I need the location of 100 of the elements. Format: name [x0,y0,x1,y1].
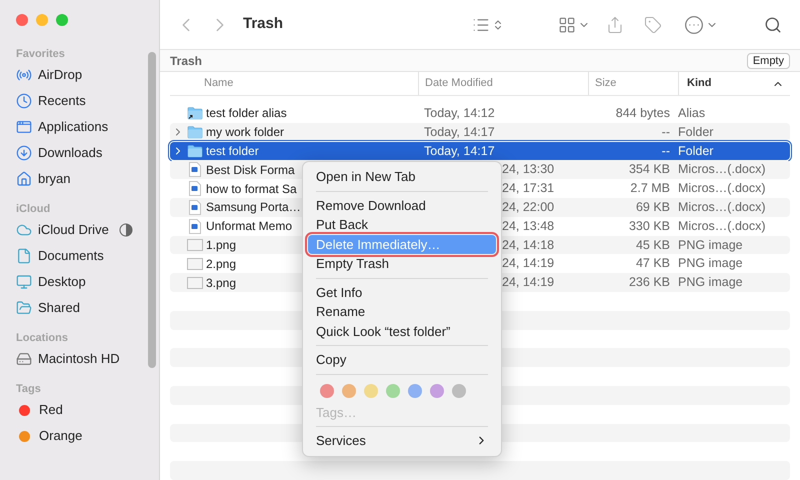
date-modified: 24, 13:30 [501,161,556,178]
sidebar-item[interactable]: Orange [16,423,159,449]
menu-item: Tags… [315,404,358,422]
file-size: 354 KB [628,161,670,178]
tag-icon[interactable] [644,16,662,34]
menu-item[interactable]: Put Back [308,215,496,234]
file-size: 236 KB [628,274,670,292]
sidebar-item[interactable]: Red [16,397,159,423]
clock-icon [16,93,32,109]
image-file-icon [187,258,203,270]
file-kind: PNG image [677,274,744,292]
file-size: 844 bytes [614,105,670,122]
document-icon [189,218,201,234]
file-kind: Folder [677,124,714,141]
folder-alias-icon [187,106,203,120]
file-kind: Micros…(.docx) [677,161,767,178]
close-window-button[interactable] [16,14,28,26]
download-icon [16,145,32,161]
sidebar-item[interactable]: Documents [16,243,159,269]
file-size: 45 KB [634,236,670,254]
date-modified: 24, 14:19 [501,255,556,272]
sidebar-item[interactable]: Downloads [16,140,159,166]
menu-item[interactable]: Services [308,431,496,450]
column-header[interactable]: Date Modified [418,72,588,95]
folder-icon [16,300,32,316]
image-file-icon [187,276,203,289]
pie-progress-icon [118,223,133,237]
zoom-window-button[interactable] [56,14,68,26]
column-header[interactable]: Name [170,72,418,95]
menu-item[interactable]: Quick Look “test folder” [308,322,496,341]
folder-icon [187,125,203,140]
file-name: test folder [206,142,259,160]
file-kind: Folder [677,142,714,160]
sidebar-section-title: iCloud [16,202,52,217]
date-modified: Today, 14:12 [423,105,496,122]
file-size: 69 KB [634,199,670,216]
file-name: 3.png [206,274,236,292]
date-modified: Today, 14:17 [423,142,496,160]
file-size: 330 KB [628,218,670,235]
window-title: Trash [243,14,284,34]
file-kind: Alias [677,105,706,122]
document-icon [189,181,201,196]
file-name: Best Disk Forma [206,162,295,179]
file-kind: Micros…(.docx) [677,218,767,235]
file-name: how to format Sa [206,180,297,198]
document-icon [16,248,32,264]
sidebar-item[interactable]: bryan [16,166,159,192]
file-kind: PNG image [677,255,744,272]
sidebar-item[interactable]: Macintosh HD [16,346,159,372]
sidebar-item[interactable]: Desktop [16,269,159,295]
file-size: 47 KB [634,255,670,272]
house-icon [16,171,32,187]
sidebar-item[interactable]: Shared [16,295,159,321]
selected-file-row[interactable]: test folder Today, 14:17 -- Folder [170,142,790,160]
file-kind: Micros…(.docx) [677,180,767,198]
date-modified: 24, 17:31 [501,180,556,198]
date-modified: 24, 13:48 [501,218,556,235]
scrollbar-thumb[interactable] [148,52,156,368]
menu-item[interactable]: Get Info [308,282,496,302]
file-size: -- [660,142,670,160]
cloud-icon [16,222,32,238]
file-size: -- [660,124,670,141]
date-modified: Today, 14:17 [423,124,496,141]
signal-waves-icon [16,67,32,83]
column-header[interactable]: Size [588,72,678,95]
file-size: 2.7 MB [629,180,670,198]
menu-item[interactable]: Remove Download [308,196,496,215]
sidebar-section-title: Tags [16,382,42,397]
sidebar-item[interactable]: Applications [16,114,159,140]
menu-item[interactable]: Rename [308,302,496,322]
minimize-window-button[interactable] [36,14,48,26]
search-icon[interactable] [764,16,782,34]
file-name: 2.png [206,256,236,273]
up-down-chevron-icon[interactable] [492,18,504,30]
date-modified: 24, 14:19 [501,274,556,292]
share-icon[interactable] [606,16,624,34]
folder-icon [187,144,203,158]
path-label: Trash [170,52,202,70]
file-name: Samsung Porta… [206,199,301,216]
grid-view-icon[interactable] [558,16,576,34]
sidebar-item[interactable]: AirDrop [16,62,159,88]
monitor-icon [16,274,32,290]
sidebar-item[interactable]: Recents [16,88,159,114]
file-kind: Micros…(.docx) [677,199,767,216]
menu-item[interactable]: Copy [308,350,496,370]
sidebar-section-title: Locations [16,331,69,346]
file-name: Unformat Memo [206,218,292,236]
file-kind: PNG image [677,236,744,254]
menu-item[interactable]: Open in New Tab [308,167,496,186]
menu-item[interactable]: Empty Trash [308,254,496,274]
app-window-icon [16,119,32,135]
sidebar-section-title: Favorites [16,47,66,62]
column-header[interactable]: Kind [678,72,790,95]
sidebar-item[interactable]: iCloud Drive [16,217,159,243]
more-icon[interactable] [684,14,704,34]
file-name: test folder alias [206,105,287,122]
file-name: my work folder [206,124,284,142]
empty-button[interactable]: Empty [746,52,790,68]
image-file-icon [187,238,203,251]
hard-drive-icon [16,351,32,367]
